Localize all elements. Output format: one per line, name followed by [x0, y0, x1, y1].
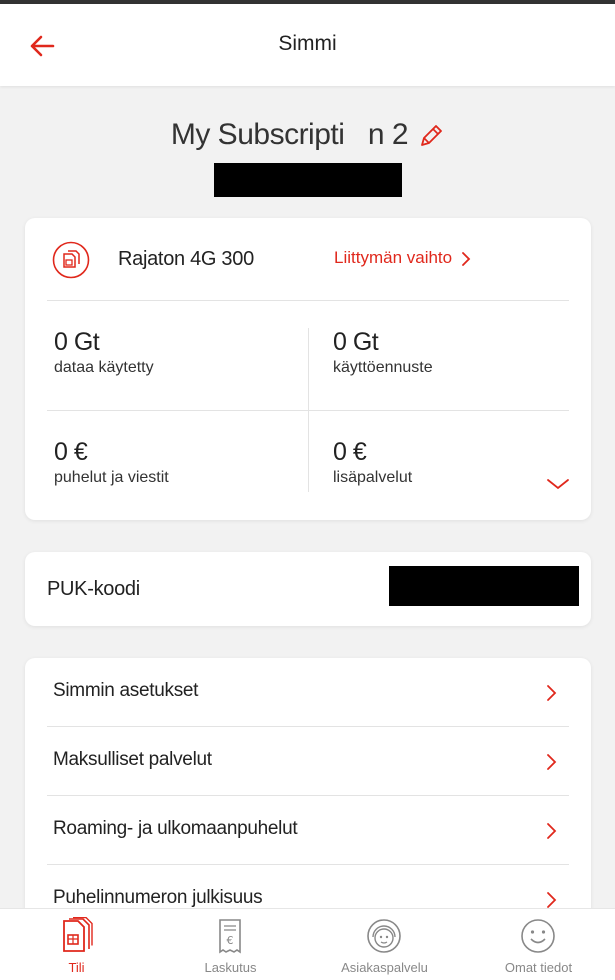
divider [47, 300, 569, 301]
menu-item-label: Simmin asetukset [53, 680, 199, 701]
nav-label: Laskutus [204, 960, 257, 975]
nav-label: Asiakaspalvelu [341, 960, 428, 975]
usage-forecast-stat: 0 Gt käyttöennuste [333, 328, 433, 377]
extra-services-stat: 0 € lisäpalvelut [333, 438, 412, 487]
nav-tab-asiakaspalvelu[interactable]: Asiakaspalvelu [308, 909, 461, 980]
sim-card-icon [52, 241, 90, 279]
top-app-bar: Simmi [0, 4, 615, 86]
sim-card-icon [63, 917, 93, 952]
pencil-icon [421, 125, 443, 146]
receipt-icon: € [219, 919, 241, 954]
menu-item-roaming[interactable]: Roaming- ja ulkomaanpuhelut [25, 796, 591, 865]
plan-card: Rajaton 4G 300 Liittymän vaihto 0 Gt dat… [25, 218, 591, 520]
menu-item-label: Puhelinnumeron julkisuus [53, 887, 263, 908]
page-title: Simmi [278, 32, 337, 55]
nav-tab-tili[interactable]: Tili [0, 909, 153, 980]
phone-number-redacted [214, 163, 402, 197]
stat-value: 0 € [54, 438, 88, 466]
change-plan-label: Liittymän vaihto [334, 248, 453, 267]
stat-value: 0 Gt [333, 328, 379, 356]
chevron-right-icon [547, 685, 557, 701]
nav-label: Omat tiedot [504, 960, 573, 975]
calls-messages-stat: 0 € puhelut ja viestit [54, 438, 169, 487]
change-plan-link[interactable]: Liittymän vaihto [334, 248, 472, 268]
stat-value: 0 € [333, 438, 367, 466]
smiley-icon [521, 919, 555, 953]
divider [47, 410, 569, 411]
stat-label: dataa käytetty [54, 359, 154, 376]
chevron-right-icon [547, 754, 557, 770]
bottom-navigation: Tili € Laskutus Asiakaspalvelu Omat tied… [0, 908, 615, 980]
puk-label: PUK-koodi [47, 578, 140, 600]
menu-item-sim-settings[interactable]: Simmin asetukset [25, 658, 591, 727]
menu-item-paid-services[interactable]: Maksulliset palvelut [25, 727, 591, 796]
nav-tab-omat-tiedot[interactable]: Omat tiedot [462, 909, 615, 980]
puk-code-redacted [389, 566, 579, 606]
subscription-title: My Subscripti n 2 [170, 118, 409, 151]
svg-text:€: € [227, 934, 234, 947]
data-used-stat: 0 Gt dataa käytetty [54, 328, 154, 377]
expand-button[interactable] [545, 474, 571, 494]
edit-name-button[interactable] [418, 123, 444, 149]
menu-item-label: Roaming- ja ulkomaanpuhelut [53, 818, 298, 839]
subscription-title-row: My Subscripti n 2 [0, 118, 615, 152]
stat-label: puhelut ja viestit [54, 469, 169, 486]
chevron-right-icon [547, 823, 557, 839]
chevron-down-icon [547, 479, 569, 490]
menu-item-label: Maksulliset palvelut [53, 749, 212, 770]
plan-row: Rajaton 4G 300 Liittymän vaihto [25, 218, 591, 300]
customer-service-icon [367, 919, 401, 953]
stat-label: lisäpalvelut [333, 469, 413, 486]
puk-card: PUK-koodi [25, 552, 591, 626]
stat-value: 0 Gt [54, 328, 100, 356]
chevron-right-icon [462, 251, 471, 266]
stat-label: käyttöennuste [333, 359, 433, 376]
plan-name: Rajaton 4G 300 [118, 248, 254, 270]
nav-label: Tili [68, 960, 85, 975]
nav-tab-laskutus[interactable]: € Laskutus [154, 909, 307, 980]
